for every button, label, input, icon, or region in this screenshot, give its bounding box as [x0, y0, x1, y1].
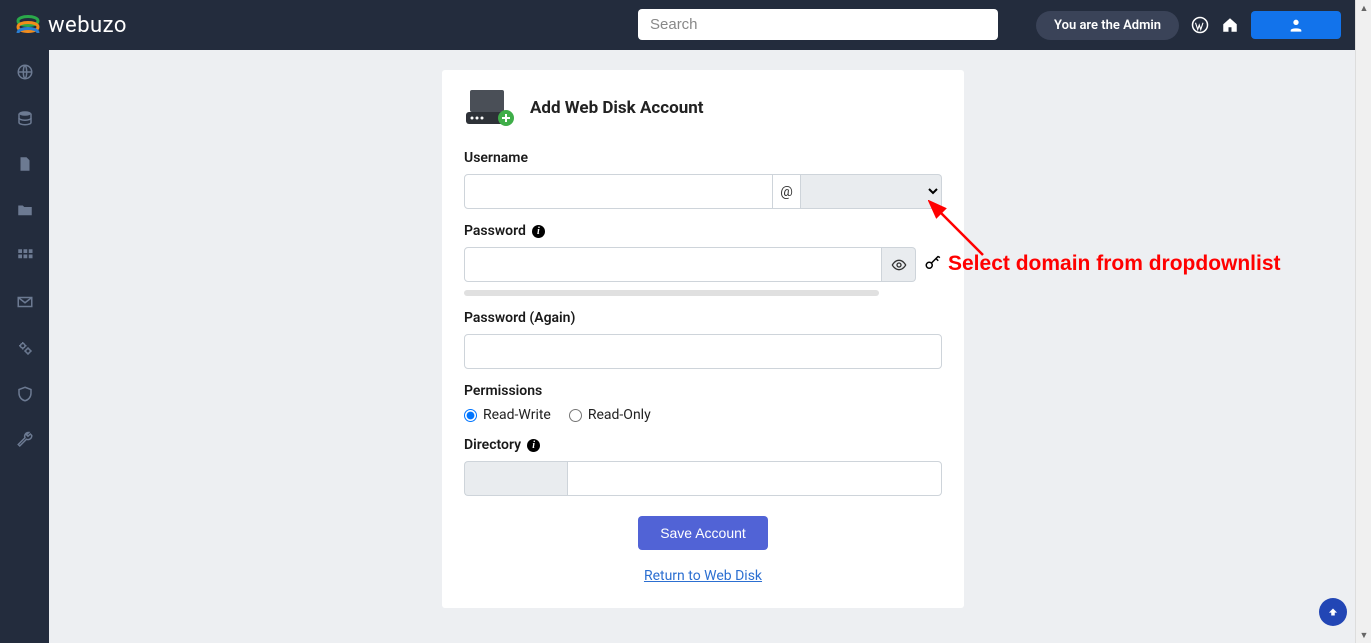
annotation-text: Select domain from dropdownlist [948, 252, 1281, 276]
sidebar [0, 50, 49, 643]
directory-prefix [464, 461, 567, 496]
field-permissions: Permissions Read-Write Read-Only [464, 383, 942, 423]
radio-read-write[interactable]: Read-Write [464, 407, 551, 423]
username-input[interactable] [464, 174, 773, 209]
label-permissions: Permissions [464, 383, 942, 399]
card-header: Add Web Disk Account [464, 88, 942, 128]
field-username: Username @ [464, 150, 942, 209]
top-bar: webuzo You are the Admin [0, 0, 1371, 50]
scroll-down-arrow[interactable]: ▼ [1356, 627, 1371, 643]
sidebar-item-globe[interactable] [11, 58, 39, 86]
admin-badge[interactable]: You are the Admin [1036, 11, 1179, 40]
password-strength-bar [464, 290, 879, 296]
label-directory: Directory i [464, 437, 942, 453]
password-again-input[interactable] [464, 334, 942, 369]
sidebar-item-folder[interactable] [11, 196, 39, 224]
sidebar-item-mail[interactable] [11, 288, 39, 316]
search-input[interactable] [638, 9, 998, 40]
home-icon[interactable] [1221, 16, 1239, 34]
sidebar-item-settings[interactable] [11, 334, 39, 362]
save-button[interactable]: Save Account [638, 516, 768, 550]
scroll-top-button[interactable] [1319, 598, 1347, 626]
logo-swirl-icon [14, 11, 42, 39]
sidebar-item-tools[interactable] [11, 426, 39, 454]
radio-read-only-input[interactable] [569, 409, 582, 422]
sidebar-item-security[interactable] [11, 380, 39, 408]
brand-logo[interactable]: webuzo [14, 11, 127, 39]
sidebar-item-file[interactable] [11, 150, 39, 178]
add-webdisk-card: Add Web Disk Account Username @ Password… [442, 70, 964, 608]
user-menu-button[interactable] [1251, 11, 1341, 39]
label-password-again: Password (Again) [464, 310, 942, 326]
card-title: Add Web Disk Account [530, 98, 704, 118]
directory-input[interactable] [567, 461, 942, 496]
radio-read-only[interactable]: Read-Only [569, 407, 651, 423]
sidebar-item-database[interactable] [11, 104, 39, 132]
label-password: Password i [464, 223, 942, 239]
webdisk-icon [464, 88, 516, 128]
main-area: Add Web Disk Account Username @ Password… [49, 50, 1371, 643]
field-directory: Directory i [464, 437, 942, 496]
wordpress-icon[interactable] [1191, 16, 1209, 34]
radio-read-write-input[interactable] [464, 409, 477, 422]
generate-password-icon[interactable] [924, 254, 942, 276]
vertical-scrollbar[interactable]: ▲ ▼ [1355, 0, 1371, 643]
return-link[interactable]: Return to Web Disk [464, 568, 942, 584]
at-symbol: @ [773, 174, 801, 209]
field-password: Password i [464, 223, 942, 296]
sidebar-item-apps[interactable] [11, 242, 39, 270]
label-username: Username [464, 150, 942, 166]
search-wrap [638, 9, 998, 40]
scroll-up-arrow[interactable]: ▲ [1356, 0, 1371, 16]
field-password-again: Password (Again) [464, 310, 942, 369]
info-icon[interactable]: i [527, 439, 540, 452]
password-input[interactable] [464, 247, 882, 282]
top-right: You are the Admin [1036, 0, 1341, 50]
domain-select[interactable] [801, 174, 942, 209]
toggle-password-visibility[interactable] [882, 247, 916, 282]
info-icon[interactable]: i [532, 225, 545, 238]
brand-name: webuzo [48, 13, 127, 38]
